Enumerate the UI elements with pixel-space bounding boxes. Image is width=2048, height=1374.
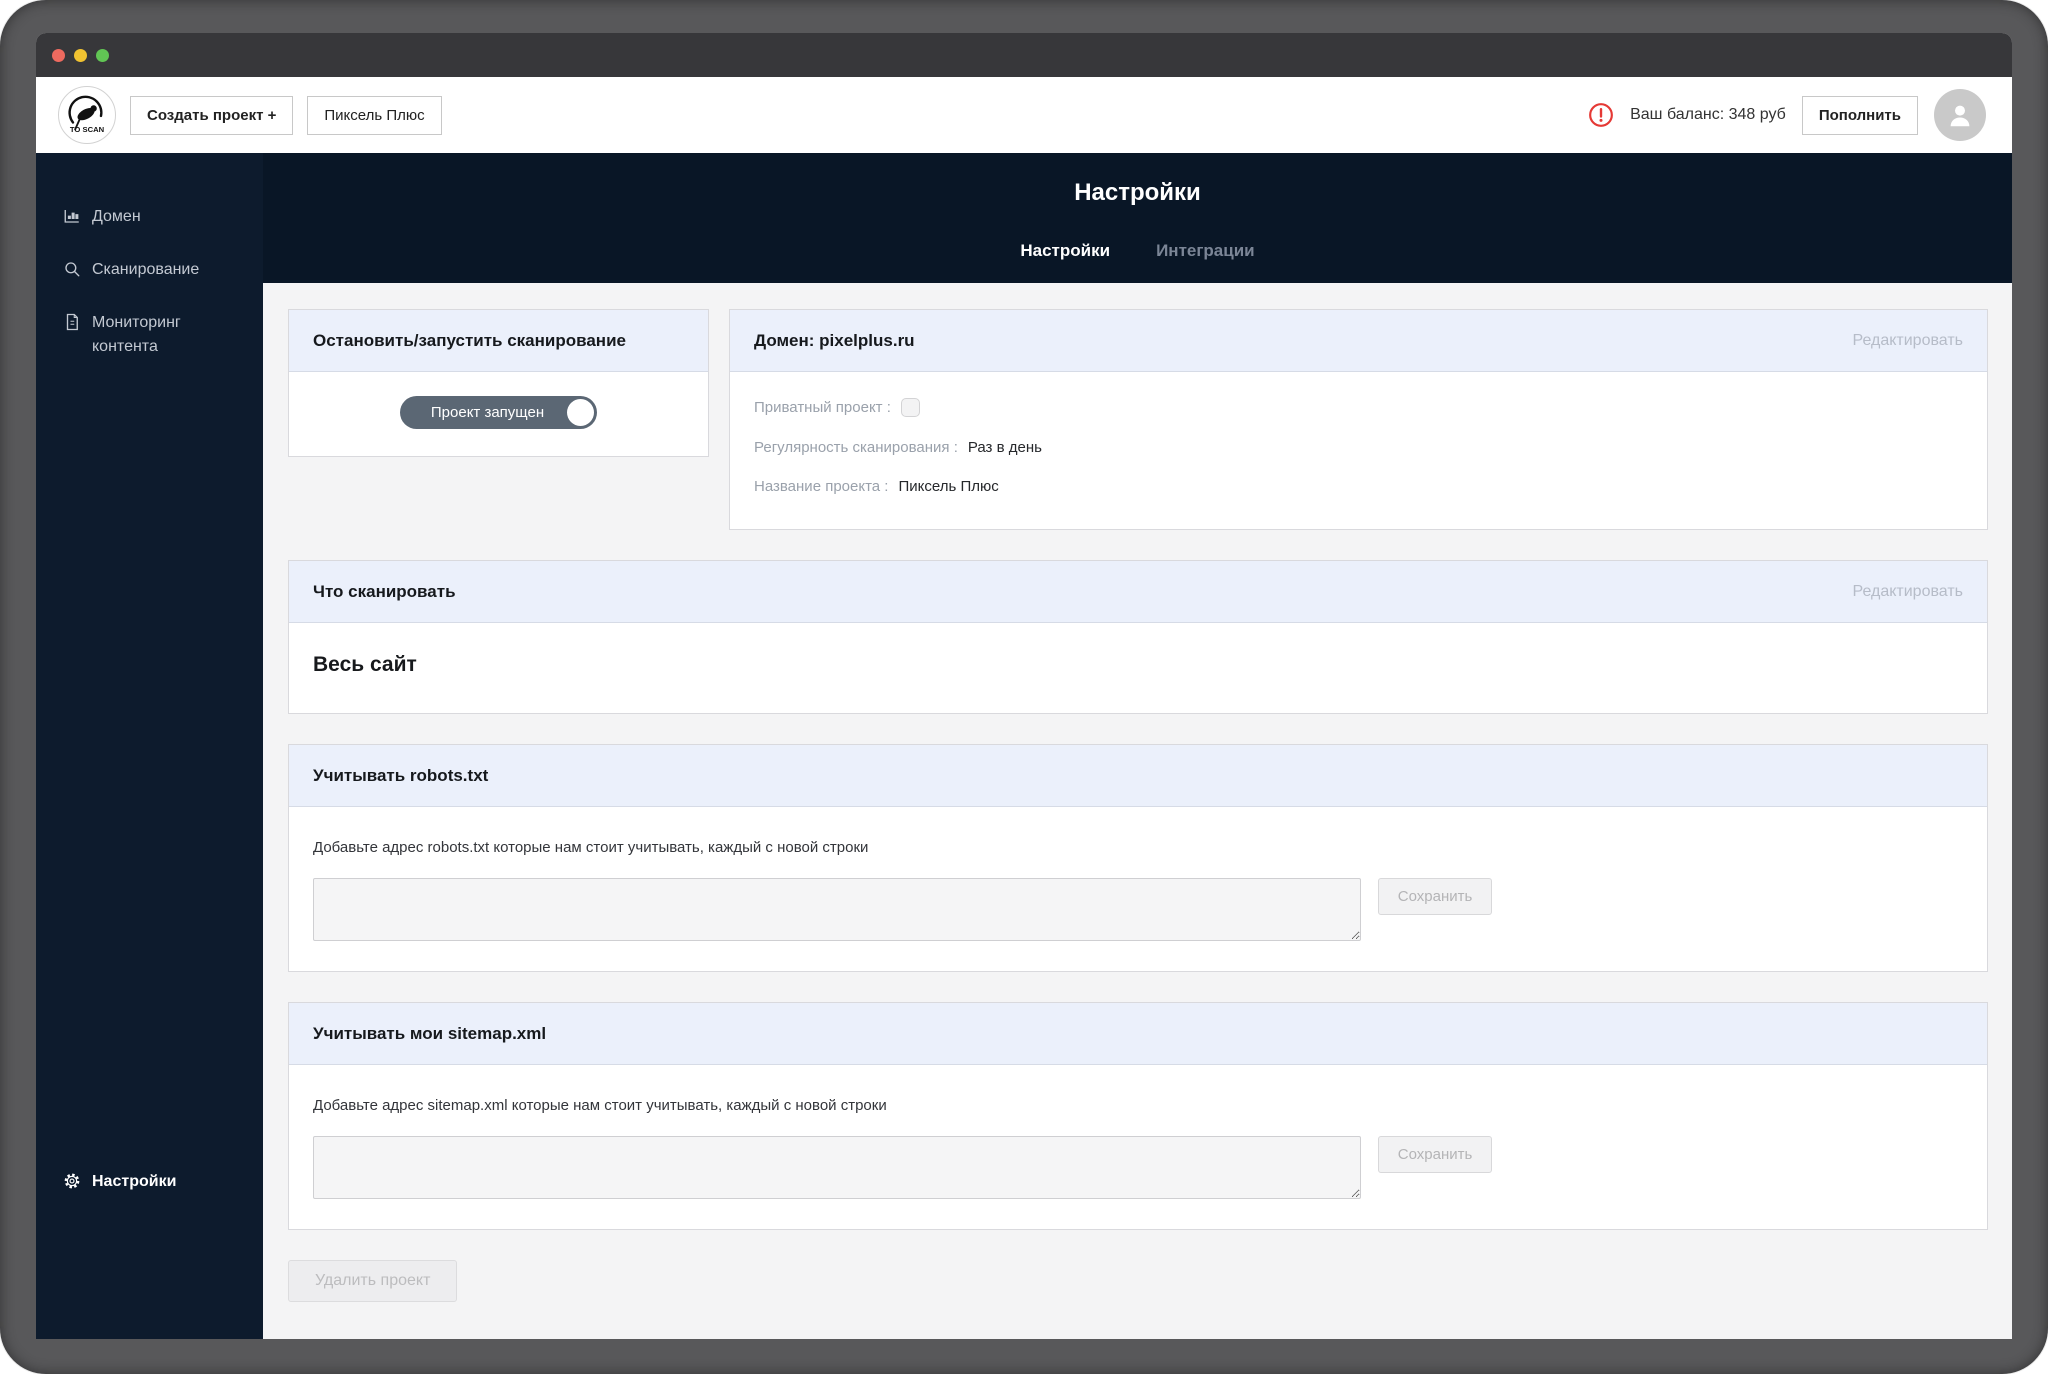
page-title: Настройки [1074, 179, 1201, 206]
project-name-row: Название проекта : Пиксель Плюс [754, 478, 1963, 495]
domain-card: Домен: pixelplus.ru Редактировать Приват… [729, 309, 1988, 530]
what-to-scan-card-header: Что сканировать Редактировать [289, 561, 1987, 623]
sitemap-description: Добавьте адрес sitemap.xml которые нам с… [313, 1097, 887, 1114]
toggle-knob [567, 399, 594, 426]
what-to-scan-card: Что сканировать Редактировать Весь сайт [288, 560, 1988, 714]
robots-save-button[interactable]: Сохранить [1377, 878, 1493, 915]
field-label: Приватный проект : [754, 399, 891, 416]
card-title: Домен: pixelplus.ru [754, 330, 915, 350]
titlebar [36, 33, 2012, 77]
project-running-toggle[interactable]: Проект запущен [400, 396, 597, 429]
scan-toggle-card: Остановить/запустить сканирование Проект… [288, 309, 709, 457]
sidebar-item-domain[interactable]: Домен [36, 193, 263, 246]
svg-text:TO SCAN: TO SCAN [70, 125, 104, 134]
header-right: Ваш баланс: 348 руб Пополнить [1588, 89, 1986, 141]
app-header: TO SCAN Создать проект + Пиксель Плюс Ва… [36, 77, 2012, 153]
toscan-logo: TO SCAN [58, 86, 116, 144]
field-label: Название проекта : [754, 478, 889, 495]
field-label: Регулярность сканирования : [754, 439, 958, 456]
sitemap-card: Учитывать мои sitemap.xml Добавьте адрес… [288, 1002, 1988, 1230]
sitemap-textarea[interactable] [313, 1136, 1361, 1199]
current-project-button[interactable]: Пиксель Плюс [307, 95, 442, 135]
user-icon [1950, 105, 1970, 127]
sidebar-item-label: Настройки [92, 1173, 177, 1191]
tabs: Настройки Интеграции [263, 241, 2012, 261]
card-title: Учитывать robots.txt [313, 765, 489, 785]
gear-icon [63, 1172, 81, 1199]
robots-description: Добавьте адрес robots.txt которые нам ст… [313, 839, 869, 856]
private-project-row: Приватный проект : [754, 398, 1963, 417]
chart-icon [63, 207, 81, 234]
app-body: Домен Сканирование Мониторинг контента Н… [36, 153, 2012, 1339]
sidebar-item-settings[interactable]: Настройки [36, 1158, 263, 1211]
domain-edit-link[interactable]: Редактировать [1852, 332, 1963, 350]
topup-button[interactable]: Пополнить [1801, 95, 1918, 135]
field-value: Пиксель Плюс [898, 478, 999, 495]
sidebar-item-label: Домен [92, 208, 141, 225]
card-title: Что сканировать [313, 581, 456, 601]
mouse-logo-icon: TO SCAN [68, 95, 104, 134]
what-to-scan-edit-link[interactable]: Редактировать [1852, 583, 1963, 601]
card-title: Остановить/запустить сканирование [313, 330, 626, 350]
robots-card: Учитывать robots.txt Добавьте адрес robo… [288, 744, 1988, 972]
minimize-window-button[interactable] [74, 48, 87, 62]
sidebar-item-scanning[interactable]: Сканирование [36, 246, 263, 299]
scan-frequency-row: Регулярность сканирования : Раз в день [754, 439, 1963, 456]
settings-content: Остановить/запустить сканирование Проект… [263, 283, 2012, 1339]
sitemap-save-button[interactable]: Сохранить [1377, 1136, 1493, 1173]
field-value: Раз в день [967, 439, 1042, 456]
document-icon [63, 313, 81, 340]
sidebar-item-label: Сканирование [92, 260, 200, 278]
domain-card-header: Домен: pixelplus.ru Редактировать [730, 310, 1987, 372]
close-window-button[interactable] [52, 48, 65, 62]
robots-textarea[interactable] [313, 878, 1361, 941]
main-area: Настройки Настройки Интеграции Остановит… [263, 153, 2012, 1339]
device-frame: TO SCAN Создать проект + Пиксель Плюс Ва… [0, 0, 2048, 1374]
sitemap-card-header: Учитывать мои sitemap.xml [289, 1003, 1987, 1065]
sidebar: Домен Сканирование Мониторинг контента Н… [36, 153, 263, 1339]
delete-project-button[interactable]: Удалить проект [288, 1260, 458, 1302]
scan-scope-value: Весь сайт [313, 653, 417, 676]
sidebar-item-label: Мониторинг контента [92, 313, 181, 356]
robots-card-header: Учитывать robots.txt [289, 745, 1987, 807]
app-window: TO SCAN Создать проект + Пиксель Плюс Ва… [36, 33, 2012, 1339]
sidebar-item-content-monitoring[interactable]: Мониторинг контента [36, 299, 263, 373]
tab-settings[interactable]: Настройки [1020, 241, 1110, 261]
page-banner: Настройки Настройки Интеграции [263, 153, 2012, 283]
card-title: Учитывать мои sitemap.xml [313, 1023, 547, 1043]
alert-circle-icon [1588, 102, 1614, 128]
balance-text: Ваш баланс: 348 руб [1630, 106, 1786, 123]
search-icon [63, 260, 81, 287]
zoom-window-button[interactable] [96, 48, 109, 62]
avatar[interactable] [1934, 89, 1986, 141]
private-project-checkbox[interactable] [900, 398, 920, 417]
scan-toggle-card-header: Остановить/запустить сканирование [289, 310, 708, 372]
tab-integrations[interactable]: Интеграции [1156, 241, 1255, 261]
create-project-button[interactable]: Создать проект + [130, 95, 294, 135]
